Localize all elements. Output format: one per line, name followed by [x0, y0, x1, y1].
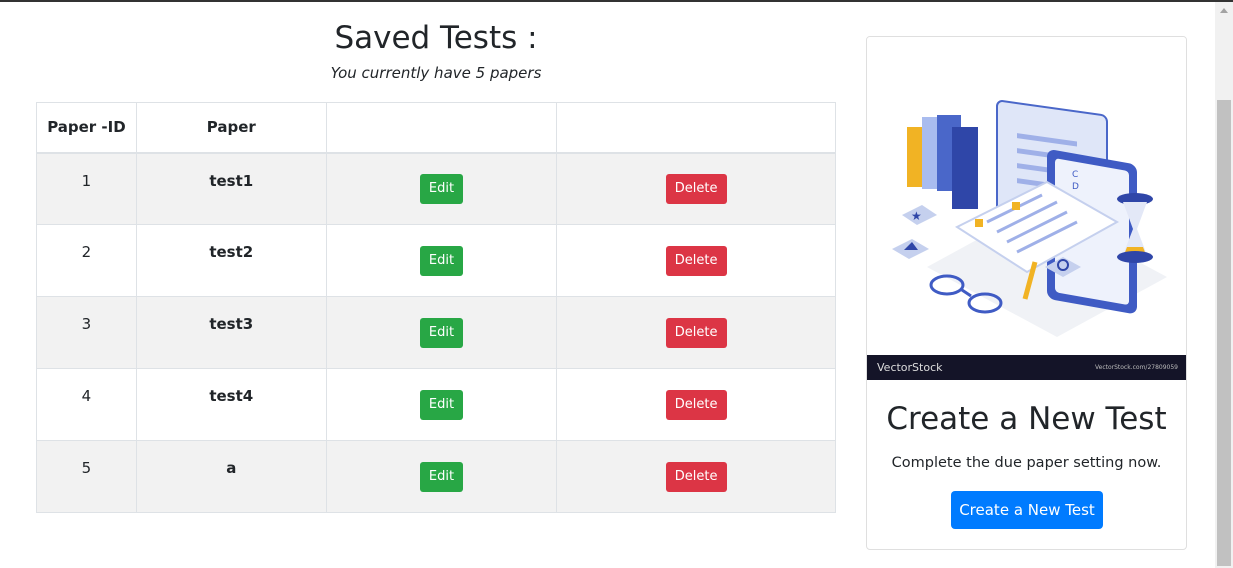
edit-button[interactable]: Edit [419, 173, 464, 204]
vectorstock-url: VectorStock.com/27809059 [1094, 364, 1178, 371]
delete-cell: Delete [556, 368, 836, 441]
paper-id-cell: 1 [36, 152, 137, 225]
edit-cell: Edit [325, 368, 558, 441]
table-row: 4 test4 Edit Delete [36, 368, 836, 441]
table-row: 1 test1 Edit Delete [36, 152, 836, 225]
column-header-delete [556, 102, 836, 154]
table-row: 2 test2 Edit Delete [36, 224, 836, 297]
paper-name-cell: test3 [135, 296, 327, 369]
delete-cell: Delete [556, 152, 836, 225]
column-header-edit [325, 102, 558, 154]
edit-button[interactable]: Edit [419, 389, 464, 420]
edit-cell: Edit [325, 152, 558, 225]
svg-text:C: C [1072, 170, 1078, 180]
card-text: Complete the due paper setting now. [891, 455, 1162, 471]
paper-id-cell: 3 [36, 296, 137, 369]
column-header-paper: Paper [135, 102, 327, 154]
scrollbar-thumb[interactable] [1217, 100, 1231, 566]
vectorstock-logo: VectorStock [877, 361, 943, 374]
edit-cell: Edit [325, 440, 558, 513]
edit-button[interactable]: Edit [419, 317, 464, 348]
edit-cell: Edit [325, 296, 558, 369]
paper-name-cell: a [135, 440, 327, 513]
delete-cell: Delete [556, 440, 836, 513]
svg-text:D: D [1072, 182, 1079, 192]
table-row: 3 test3 Edit Delete [36, 296, 836, 369]
delete-button[interactable]: Delete [665, 461, 727, 492]
page-title: Saved Tests : [334, 20, 538, 56]
paper-count-subtitle: You currently have 5 papers [330, 64, 542, 82]
delete-button[interactable]: Delete [665, 245, 727, 276]
paper-id-cell: 2 [36, 224, 137, 297]
delete-button[interactable]: Delete [665, 389, 727, 420]
page: Saved Tests : You currently have 5 paper… [0, 2, 1215, 568]
test-illustration-graphic: C D ★ [892, 100, 1167, 337]
edit-cell: Edit [325, 224, 558, 297]
paper-name-cell: test4 [135, 368, 327, 441]
paper-name-cell: test1 [135, 152, 327, 225]
delete-cell: Delete [556, 296, 836, 369]
column-header-paper-id: Paper -ID [36, 102, 137, 154]
paper-name-cell: test2 [135, 224, 327, 297]
delete-cell: Delete [556, 224, 836, 297]
card-title: Create a New Test [886, 401, 1167, 437]
paper-id-cell: 4 [36, 368, 137, 441]
vertical-scrollbar[interactable] [1215, 2, 1233, 568]
svg-text:★: ★ [911, 209, 922, 223]
edit-button[interactable]: Edit [419, 245, 464, 276]
paper-id-cell: 5 [36, 440, 137, 513]
edit-button[interactable]: Edit [419, 461, 464, 492]
delete-button[interactable]: Delete [665, 317, 727, 348]
saved-tests-table: Paper -ID Paper 1 test1 Edit Delete 2 te… [36, 102, 836, 513]
create-new-test-button[interactable]: Create a New Test [951, 491, 1103, 529]
test-illustration: C D ★ VectorStock VectorStock.com/278090… [867, 37, 1186, 380]
table-header-row: Paper -ID Paper [36, 102, 836, 154]
delete-button[interactable]: Delete [665, 173, 727, 204]
scroll-up-arrow-icon[interactable] [1220, 8, 1228, 13]
create-test-card: C D ★ VectorStock VectorStock.com/278090… [866, 36, 1187, 550]
vectorstock-watermark: VectorStock VectorStock.com/27809059 [867, 355, 1186, 380]
table-row: 5 a Edit Delete [36, 440, 836, 513]
